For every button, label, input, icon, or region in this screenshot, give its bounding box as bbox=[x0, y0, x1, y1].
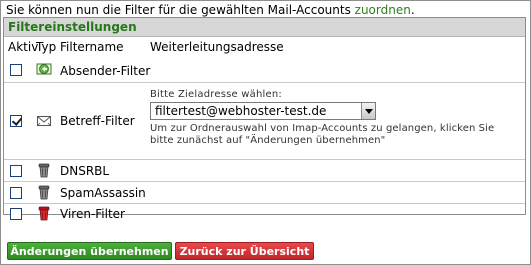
filter-name: Viren-Filter bbox=[60, 207, 125, 221]
column-header-filtername: Filtername bbox=[60, 40, 124, 54]
column-header-type: Typ bbox=[36, 40, 57, 54]
filter-name: SpamAssassin bbox=[60, 186, 146, 200]
betreff-filter-checkbox[interactable] bbox=[10, 115, 22, 127]
filter-row-spamassassin: SpamAssassin bbox=[4, 182, 525, 204]
intro-text-main: Sie können nun die Filter für die gewähl… bbox=[6, 3, 355, 17]
trash-can-icon bbox=[38, 185, 50, 200]
dnsrbl-filter-checkbox[interactable] bbox=[10, 165, 22, 177]
filter-name: Betreff-Filter bbox=[60, 114, 135, 128]
viren-filter-checkbox[interactable] bbox=[10, 208, 22, 220]
envelope-arrow-icon bbox=[36, 63, 52, 75]
assign-link[interactable]: zuordnen bbox=[355, 3, 411, 17]
filter-panel: Sie können nun die Filter für die gewähl… bbox=[0, 0, 531, 265]
filter-name: Absender-Filter bbox=[60, 64, 151, 78]
envelope-icon bbox=[36, 116, 52, 127]
target-address-value: filtertest@webhoster-test.de bbox=[155, 104, 327, 118]
filter-settings-title: Filtereinstellungen bbox=[4, 18, 525, 37]
column-header-active: Aktiv bbox=[8, 40, 39, 54]
target-address-label: Bitte Zieladresse wählen: bbox=[150, 89, 282, 100]
target-address-select[interactable]: filtertest@webhoster-test.de bbox=[150, 102, 376, 120]
imap-hint-text: Um zur Ordnerauswahl von Imap-Accounts z… bbox=[150, 123, 495, 146]
trash-can-icon bbox=[38, 163, 50, 178]
intro-text: Sie können nun die Filter für die gewähl… bbox=[6, 3, 415, 17]
spamassassin-filter-checkbox[interactable] bbox=[10, 187, 22, 199]
back-to-overview-button[interactable]: Zurück zur Übersicht bbox=[175, 242, 314, 260]
red-trash-can-icon bbox=[38, 206, 50, 221]
filter-name: DNSRBL bbox=[60, 164, 110, 178]
filter-row-viren: Viren-Filter bbox=[4, 204, 525, 224]
intro-text-suffix: . bbox=[410, 3, 415, 17]
filter-row-betreff: Betreff-Filter Bitte Zieladresse wählen:… bbox=[4, 83, 525, 160]
column-header-forward-address: Weiterleitungsadresse bbox=[150, 40, 284, 54]
absender-filter-checkbox[interactable] bbox=[10, 64, 22, 76]
filter-settings-box: Filtereinstellungen Aktiv Typ Filtername… bbox=[3, 17, 526, 221]
chevron-down-icon[interactable] bbox=[361, 103, 375, 119]
apply-changes-button[interactable]: Änderungen übernehmen bbox=[7, 242, 172, 260]
filter-row-absender: Absender-Filter bbox=[4, 58, 525, 83]
filter-row-dnsrbl: DNSRBL bbox=[4, 160, 525, 182]
